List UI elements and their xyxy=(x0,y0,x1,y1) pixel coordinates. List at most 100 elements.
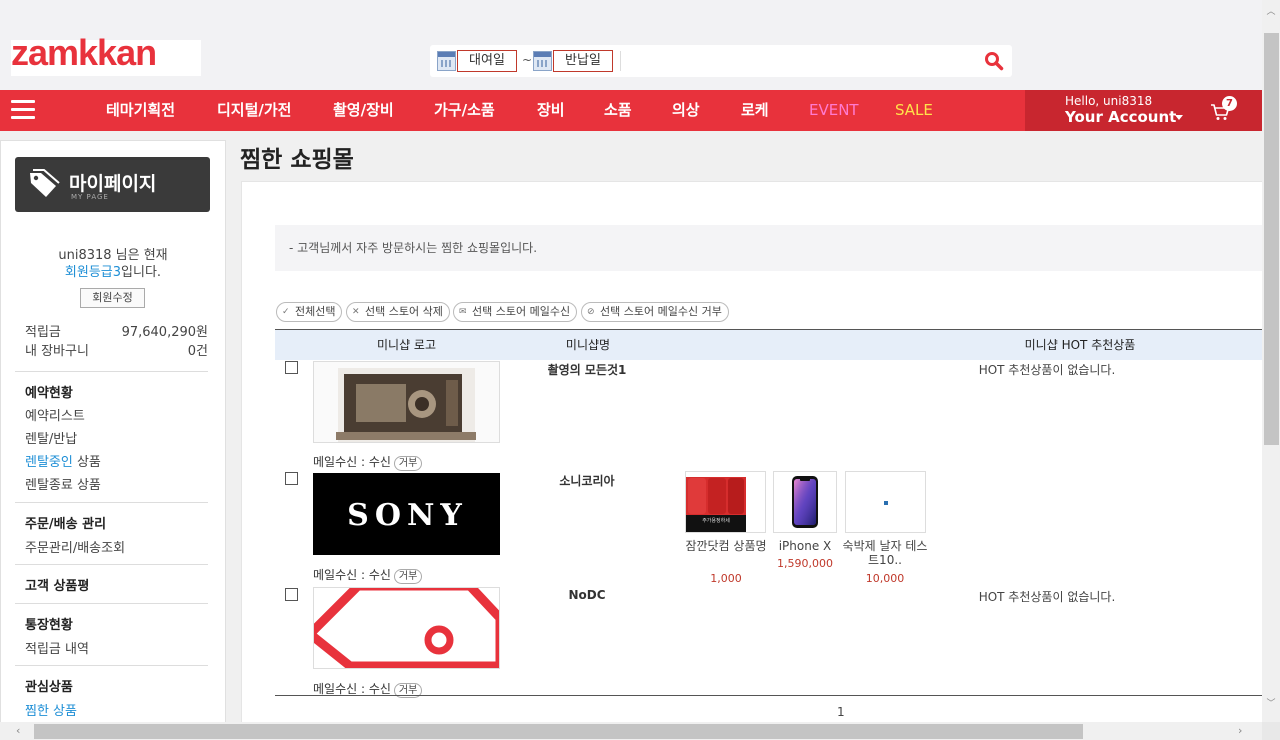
minishop-name[interactable]: 소니코리아 xyxy=(522,472,652,489)
product-thumb-iphone-x[interactable] xyxy=(773,471,837,533)
link-order-lookup[interactable]: 주문관리/배송조회 xyxy=(25,537,125,556)
col-logo: 미니샵 로고 xyxy=(376,338,436,352)
sony-wordmark: SONY xyxy=(347,498,468,533)
notice-box: - 고객님께서 자주 방문하시는 찜한 쇼핑몰입니다. xyxy=(275,225,1263,271)
link-rental-return[interactable]: 렌탈/반납 xyxy=(25,428,77,447)
row-checkbox[interactable] xyxy=(285,361,298,374)
user-grade: 회원등급3 xyxy=(64,265,122,280)
product-price: 1,000 xyxy=(710,572,742,585)
menu-icon[interactable] xyxy=(11,100,35,120)
caret-down-icon[interactable] xyxy=(1175,115,1183,120)
reject-button[interactable]: 거부 xyxy=(393,569,423,584)
link-reservation-list[interactable]: 예약리스트 xyxy=(25,405,85,424)
renting-suffix: 상품 xyxy=(72,455,101,470)
table-header: 미니샵 로고 미니샵명 미니샵 HOT 추천상품 xyxy=(275,329,1263,360)
calendar-icon[interactable] xyxy=(437,51,456,71)
search-bar: 대여일 ~ 반납일 xyxy=(430,45,1012,77)
nav-item-digital[interactable]: 디지털/가전 xyxy=(217,90,291,131)
link-wished-products[interactable]: 찜한 상품 xyxy=(25,700,77,719)
wishlist-panel: - 고객님께서 자주 방문하시는 찜한 쇼핑몰입니다. ✓ 전체선택 ✕ 선택 스토… xyxy=(241,181,1263,726)
minishop-logo-camera[interactable] xyxy=(313,361,500,443)
renting-highlight: 렌탈중인 xyxy=(25,455,73,470)
page: { "header":{"logo_text":"zamkkan","date_… xyxy=(0,0,1280,740)
nav-item-costume[interactable]: 의상 xyxy=(672,90,700,131)
return-date-field[interactable]: 반납일 xyxy=(553,50,613,72)
nav-item-sale[interactable]: SALE xyxy=(895,90,933,131)
scrollbar-corner xyxy=(1262,722,1280,740)
nav-item-props[interactable]: 소품 xyxy=(604,90,632,131)
product-thumb-red-phone[interactable]: 주가용정하세 xyxy=(685,471,766,533)
divider xyxy=(15,603,208,604)
row-checkbox[interactable] xyxy=(285,588,298,601)
link-customer-review[interactable]: 고객 상품평 xyxy=(25,575,89,594)
grade-suffix: 입니다. xyxy=(121,265,162,280)
check-icon: ✓ xyxy=(282,307,290,317)
main-nav: 테마기획전 디지털/가전 촬영/장비 가구/소품 장비 소품 의상 로케 EVE… xyxy=(0,90,1262,131)
divider xyxy=(15,502,208,503)
horizontal-scroll-thumb[interactable] xyxy=(34,724,1083,739)
your-account-button[interactable]: Your Account xyxy=(1065,108,1176,126)
product-thumb-blank[interactable] xyxy=(845,471,926,533)
page-title: 찜한 쇼핑몰 xyxy=(240,147,354,173)
vertical-scroll-thumb[interactable] xyxy=(1264,33,1279,445)
scroll-down-icon[interactable]: ﹀ xyxy=(1265,696,1277,709)
mypage-sidebar: 마이페이지 MY PAGE uni8318 님은 현재 회원등급3입니다. 회원… xyxy=(0,140,226,740)
mail-subscribe-button[interactable]: ✉ 선택 스토어 메일수신 xyxy=(453,302,578,322)
tag-icon xyxy=(30,169,60,197)
cart-count-badge: 7 xyxy=(1222,96,1237,111)
mypage-banner[interactable]: 마이페이지 MY PAGE xyxy=(15,157,210,212)
date-separator: ~ xyxy=(522,53,533,67)
top-header: zamkkan 대여일 ~ 반납일 xyxy=(0,0,1262,90)
x-icon: ✕ xyxy=(352,307,360,317)
points-value: 97,640,290원 xyxy=(121,325,208,340)
search-icon[interactable] xyxy=(984,51,1004,71)
cart-value: 0건 xyxy=(187,344,208,359)
rental-date-field[interactable]: 대여일 xyxy=(457,50,517,72)
account-panel[interactable]: Hello, uni8318 Your Account 7 xyxy=(1025,90,1262,131)
divider xyxy=(15,665,208,666)
link-rental-done[interactable]: 렌탈종료 상품 xyxy=(25,474,101,493)
nav-item-equipment[interactable]: 장비 xyxy=(537,90,565,131)
nav-item-theme[interactable]: 테마기획전 xyxy=(106,90,175,131)
minishop-logo-sony[interactable]: SONY xyxy=(313,473,500,555)
section-reservation: 예약현황 xyxy=(25,386,73,401)
reject-button[interactable]: 거부 xyxy=(393,456,423,471)
product-name[interactable]: 잠깐닷컴 상품명 xyxy=(681,539,771,553)
nav-item-furniture[interactable]: 가구/소품 xyxy=(434,90,495,131)
table-bottom-border xyxy=(275,695,1263,696)
product-name[interactable]: 숙박제 날자 테스트10.. xyxy=(840,539,930,567)
page-number[interactable]: 1 xyxy=(837,705,845,719)
section-order: 주문/배송 관리 xyxy=(25,517,107,532)
divider xyxy=(15,371,208,372)
col-hot: 미니샵 HOT 추천상품 xyxy=(1024,338,1136,352)
mail-reject-button[interactable]: ⊘ 선택 스토어 메일수신 거부 xyxy=(581,302,729,322)
nav-item-location[interactable]: 로케 xyxy=(741,90,769,131)
section-interest: 관심상품 xyxy=(25,680,73,695)
points-label: 적립금 xyxy=(25,325,61,340)
minishop-name[interactable]: 촬영의 모든것1 xyxy=(522,361,652,378)
cart-label: 내 장바구니 xyxy=(25,344,89,359)
minishop-logo-nodc[interactable] xyxy=(313,587,500,669)
nav-item-event[interactable]: EVENT xyxy=(809,90,859,131)
delete-store-button[interactable]: ✕ 선택 스토어 삭제 xyxy=(346,302,450,322)
select-all-button[interactable]: ✓ 전체선택 xyxy=(276,302,343,322)
calendar-icon[interactable] xyxy=(533,51,552,71)
product-price: 10,000 xyxy=(865,572,905,585)
site-logo[interactable]: zamkkan xyxy=(11,32,201,76)
mail-icon: ✉ xyxy=(459,307,467,317)
scroll-up-icon[interactable]: ︿ xyxy=(1265,4,1277,17)
link-points-history[interactable]: 적립금 내역 xyxy=(25,638,89,657)
scroll-right-icon[interactable]: › xyxy=(1238,724,1242,737)
product-name[interactable]: iPhone X xyxy=(760,539,850,553)
no-hot-products: HOT 추천상품이 없습니다. xyxy=(978,363,1116,377)
row-checkbox[interactable] xyxy=(285,472,298,485)
col-name: 미니샵명 xyxy=(565,338,611,352)
scroll-left-icon[interactable]: ‹ xyxy=(16,724,20,737)
nav-item-filming[interactable]: 촬영/장비 xyxy=(333,90,394,131)
user-grade-line: 회원등급3입니다. xyxy=(1,261,225,280)
minishop-name[interactable]: NoDC xyxy=(522,588,652,602)
link-renting[interactable]: 렌탈중인 상품 xyxy=(25,451,101,470)
search-divider xyxy=(620,51,621,71)
member-modify-button[interactable]: 회원수정 xyxy=(80,288,145,308)
section-account: 통장현황 xyxy=(25,618,73,633)
